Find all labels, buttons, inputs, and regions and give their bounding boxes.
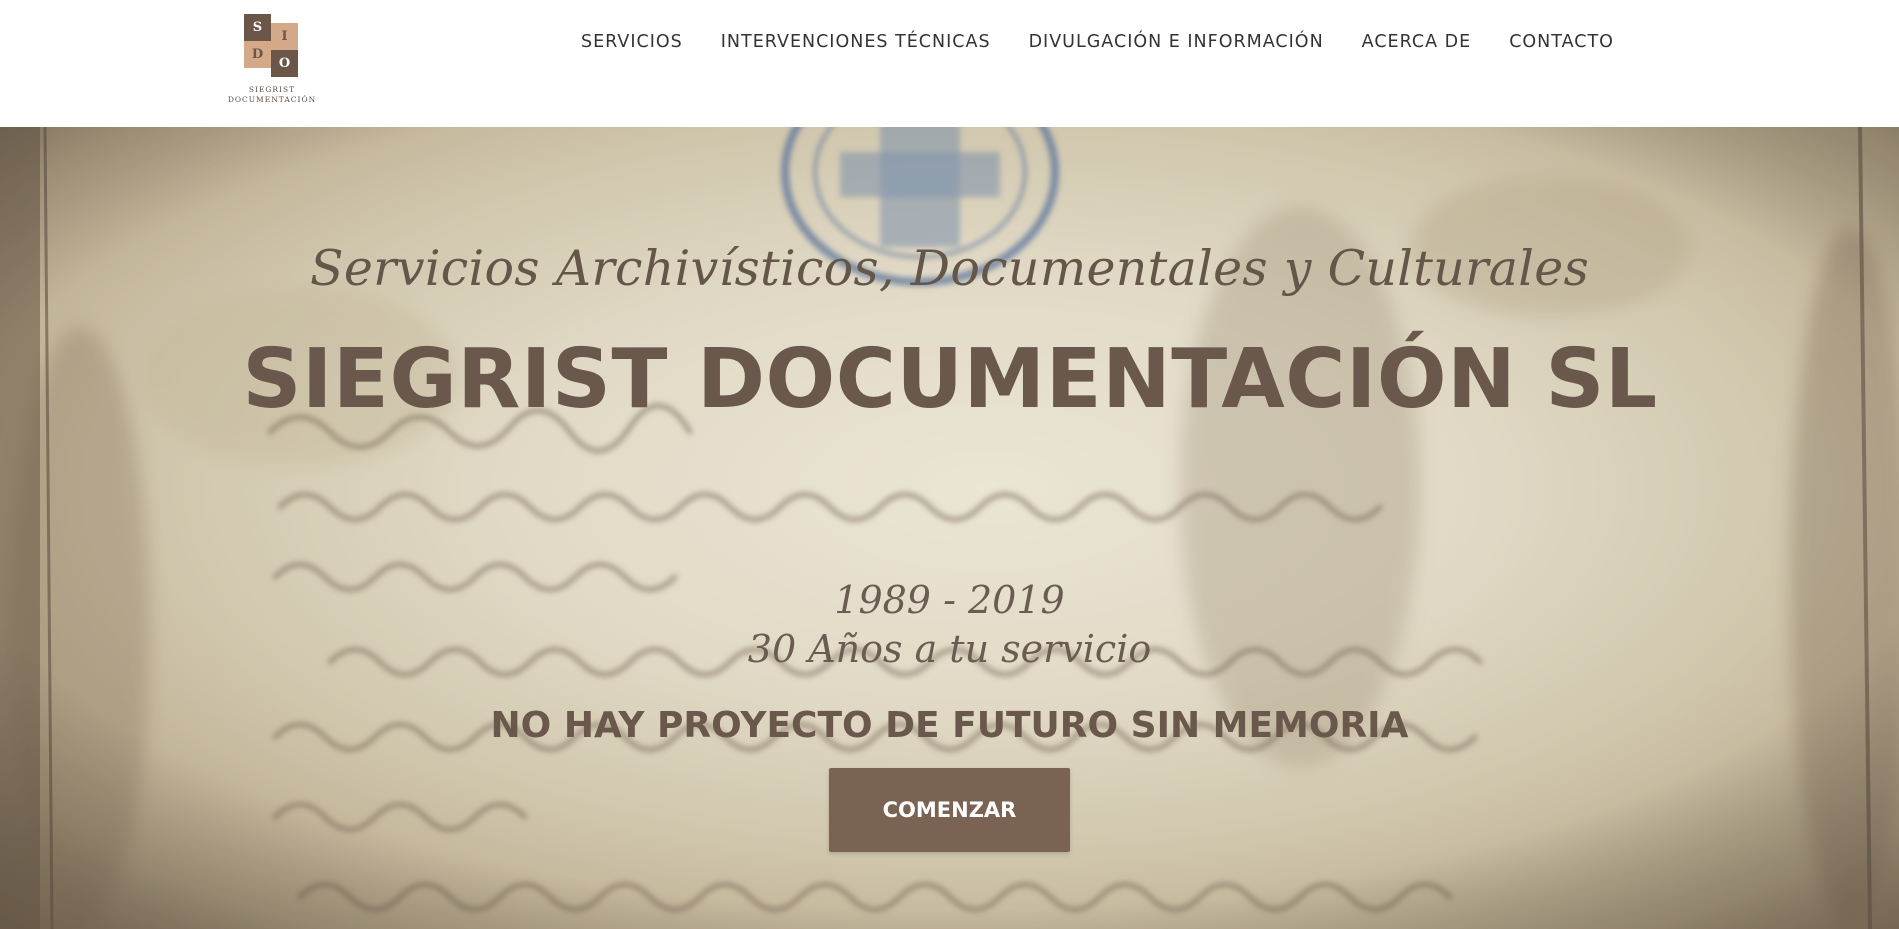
logo-letter-o: O: [271, 50, 298, 77]
site-header: S I D O SIEGRIST DOCUMENTACIÓN SERVICIOS…: [0, 0, 1899, 127]
nav-servicios[interactable]: SERVICIOS: [581, 30, 683, 54]
hero-section: Servicios Archivísticos, Documentales y …: [0, 127, 1899, 929]
logo-mark: S I D O: [242, 14, 302, 78]
hero-years: 1989 - 2019: [834, 578, 1065, 622]
logo[interactable]: S I D O SIEGRIST DOCUMENTACIÓN: [222, 14, 322, 109]
hero-years-subtitle: 30 Años a tu servicio: [747, 627, 1152, 671]
hero-title: SIEGRIST DOCUMENTACIÓN SL: [242, 332, 1658, 427]
nav-acerca-de[interactable]: ACERCA DE: [1362, 30, 1472, 54]
comenzar-button[interactable]: COMENZAR: [829, 768, 1070, 852]
nav-contacto[interactable]: CONTACTO: [1509, 30, 1614, 54]
hero-motto: NO HAY PROYECTO DE FUTURO SIN MEMORIA: [490, 705, 1409, 746]
main-nav: SERVICIOS INTERVENCIONES TÉCNICAS DIVULG…: [581, 30, 1614, 54]
logo-letter-i: I: [271, 23, 298, 50]
logo-text-line2: DOCUMENTACIÓN: [227, 95, 317, 104]
nav-intervenciones-tecnicas[interactable]: INTERVENCIONES TÉCNICAS: [721, 30, 991, 54]
nav-divulgacion-informacion[interactable]: DIVULGACIÓN E INFORMACIÓN: [1029, 30, 1324, 54]
logo-text-line1: SIEGRIST: [248, 85, 296, 94]
hero-tagline: Servicios Archivísticos, Documentales y …: [309, 240, 1590, 297]
logo-letter-d: D: [244, 41, 271, 68]
logo-wordmark: SIEGRIST DOCUMENTACIÓN: [222, 85, 322, 105]
logo-letter-s: S: [244, 14, 271, 41]
